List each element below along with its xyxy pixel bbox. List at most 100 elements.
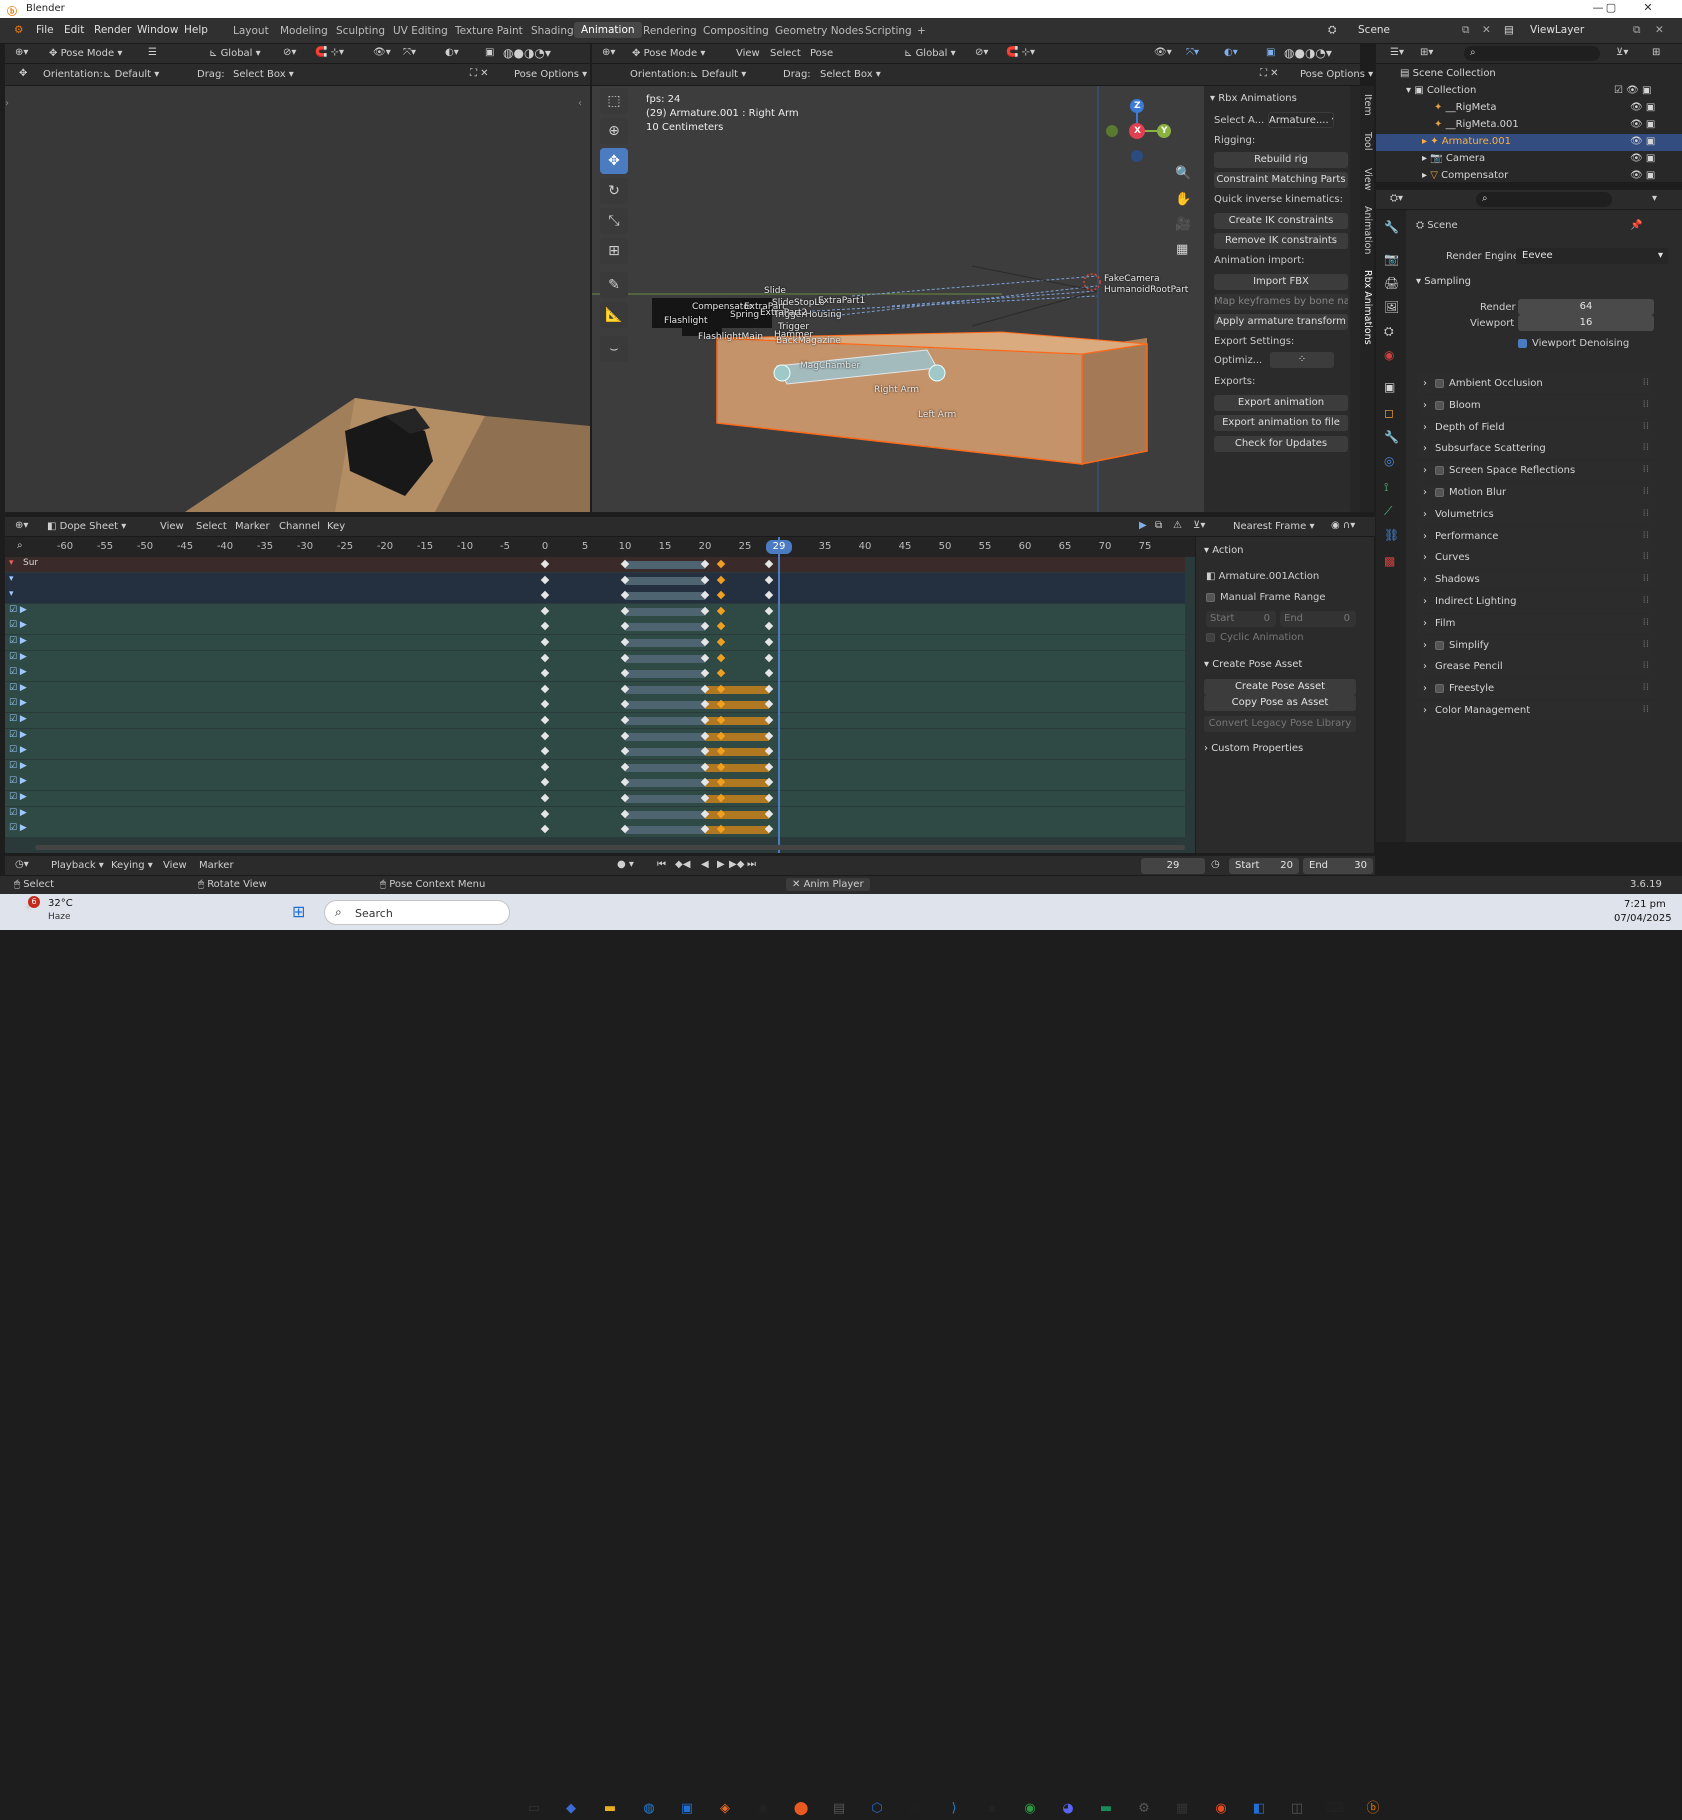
keyframe[interactable] [540,715,550,725]
keyframe[interactable] [540,793,550,803]
copilot-icon[interactable]: ◆ [560,1798,582,1820]
keyframe[interactable] [540,590,550,600]
outliner-item[interactable]: ✦ __RigMeta [1434,102,1496,113]
new-view-layer-icon[interactable]: ⧉ [1633,24,1641,37]
record-button[interactable]: ● ▾ [617,859,634,870]
cursor-tool[interactable]: ⊕ [600,118,628,144]
main-viewport-canvas[interactable]: ⬚ ⊕ ✥ ↻ ⤡ ⊞ ✎ 📐 ⌣ fps: 24 (29) Armature.… [592,86,1360,512]
properties-section[interactable]: › Freestyle ⁞⁞ [1417,679,1655,700]
outliner-search-input[interactable]: ⌕ [1464,46,1600,61]
menu-help[interactable]: Help [184,24,208,36]
shading-modes-icon[interactable]: ◍●◑◔▾ [503,46,551,60]
action-header[interactable]: ▾ Action [1204,545,1244,556]
editor-type-icon[interactable]: ☰▾ [1390,47,1404,58]
menu-channel[interactable]: Channel [279,521,320,532]
settings-icon[interactable]: ⚙ [1133,1798,1155,1820]
app-icon-green[interactable]: ▬ [1095,1798,1117,1820]
play-reverse-icon[interactable]: ◀ [701,859,709,870]
tab-compositing[interactable]: Compositing [703,25,769,37]
properties-section[interactable]: › Film ⁞⁞ [1417,613,1655,634]
sampling-header[interactable]: ▾ Sampling [1416,276,1471,287]
properties-section[interactable]: › Curves ⁞⁞ [1417,548,1655,569]
tab-animation[interactable]: Animation [1362,206,1373,254]
edge-icon[interactable]: ◍ [638,1798,660,1820]
app-icon-black[interactable]: ▪ [981,1798,1003,1820]
blender-menu-icon[interactable]: ⚙ [14,24,23,36]
measure-tool[interactable]: 📐 [600,302,628,328]
tab-sculpting[interactable]: Sculpting [336,25,385,37]
properties-section[interactable]: › Motion Blur ⁞⁞ [1417,483,1655,503]
channel-toggle-icon[interactable]: ☑ ▶ [9,823,27,833]
menu-pose[interactable]: Pose [810,48,833,59]
render-tab-icon[interactable]: 📷 [1384,252,1399,266]
bone-label[interactable]: HumanoidRootPart [1104,285,1188,295]
drag-handle-icon[interactable]: ⁞⁞ [1643,595,1649,606]
channel-toggle-icon[interactable]: ☑ ▶ [9,745,27,755]
file-explorer-icon[interactable]: ▬ [599,1798,621,1820]
visibility-toggles[interactable]: 👁 ▣ [1630,153,1655,164]
only-selected-icon[interactable]: ▶ [1139,520,1147,531]
channel-toggle-icon[interactable]: ☑ ▶ [9,667,27,677]
github-icon[interactable]: ◉ [752,1798,774,1820]
close-button[interactable]: ✕ [1636,1,1660,17]
section-enable-checkbox[interactable] [1435,640,1444,650]
tab-rbx-animations[interactable]: Rbx Animations [1362,270,1373,345]
properties-section[interactable]: › Color Management ⁞⁞ [1417,701,1655,721]
channel-row[interactable]: ☑ ▶ [5,697,1185,713]
custom-properties-header[interactable]: › Custom Properties [1204,743,1303,754]
visibility-toggles[interactable]: 👁 ▣ [1630,102,1655,113]
channel-toggle-icon[interactable]: ☑ ▶ [9,636,27,646]
terminal-icon[interactable]: ⌨ [1324,1798,1346,1820]
bone-label[interactable]: Spring [730,310,759,320]
anim-player-job[interactable]: ✕ Anim Player [786,878,870,891]
menu-hamburger-icon[interactable]: ☰ [148,47,157,58]
visibility-toggles[interactable]: 👁 ▣ [1630,136,1655,147]
channel-row[interactable]: ▾ Sur [5,557,1185,572]
drag-handle-icon[interactable]: ⁞⁞ [1643,464,1649,475]
camera-view-icon[interactable]: 🎥 [1175,217,1191,232]
drag-handle-icon[interactable]: ⁞⁞ [1643,421,1649,432]
visibility-toggles[interactable]: 👁 ▣ [1630,119,1655,130]
keyframe[interactable] [764,622,774,631]
menu-select[interactable]: Select [770,48,801,59]
keyframe[interactable] [540,622,550,631]
start-frame-field[interactable]: Start 20 [1229,858,1299,874]
tab-layout[interactable]: Layout [233,25,269,37]
bone-label-selected[interactable]: Right Arm [874,385,919,395]
output-tab-icon[interactable]: 🖨 [1384,276,1399,290]
pose-asset-header[interactable]: ▾ Create Pose Asset [1204,659,1302,670]
bone-label[interactable]: BackMagazine [776,336,841,346]
transform-tool[interactable]: ⊞ [600,238,628,264]
snap-icon[interactable]: 🧲 ⊹▾ [1006,47,1035,58]
lock-icons[interactable]: ⛶ ✕ [470,68,489,79]
tab-tool[interactable]: Tool [1362,132,1373,150]
pose-options-dropdown[interactable]: Pose Options ▾ [514,69,587,80]
delete-view-layer-icon[interactable]: ✕ [1655,24,1664,36]
channel-toggle-icon[interactable]: ☑ ▶ [9,792,27,802]
app-icon-dark[interactable]: ◎ [904,1798,926,1820]
scale-tool[interactable]: ⤡ [600,208,628,234]
tab-uv-editing[interactable]: UV Editing [393,25,448,37]
pan-hand-icon[interactable]: ✋ [1175,192,1191,207]
tab-texture-paint[interactable]: Texture Paint [455,25,523,37]
keyframe[interactable] [540,559,550,569]
menu-marker[interactable]: Marker [199,860,234,871]
channel-row[interactable]: ☑ ▶ [5,759,1185,775]
tab-modeling[interactable]: Modeling [280,25,328,37]
properties-section[interactable]: › Shadows ⁞⁞ [1417,570,1655,591]
mode-selector[interactable]: ✥ Pose Mode ▾ [49,48,122,59]
channel-row[interactable]: ☑ ▶ [5,791,1185,806]
keyframe[interactable] [540,684,550,694]
bone-label[interactable]: FlashlightMain [698,332,763,342]
expand-arrow[interactable]: ‹ [578,98,582,109]
gizmo-icon[interactable]: ⤧▾ [1186,47,1199,58]
channel-row[interactable]: ☑ ▶ [5,619,1185,635]
create-pose-asset-button[interactable]: Create Pose Asset [1204,679,1356,695]
summary-expand-icon[interactable]: ▾ [9,558,14,568]
optimize-dropdown[interactable]: ⁘ [1270,352,1334,368]
collection-row[interactable]: ▾ ▣ Collection [1406,85,1476,96]
menu-view[interactable]: View [736,48,760,59]
visibility-icon[interactable]: 👁▾ [1154,47,1172,58]
orientation-dropdown[interactable]: ⊾ Default ▾ [103,69,159,80]
annotate-tool[interactable]: ✎ [600,272,628,298]
